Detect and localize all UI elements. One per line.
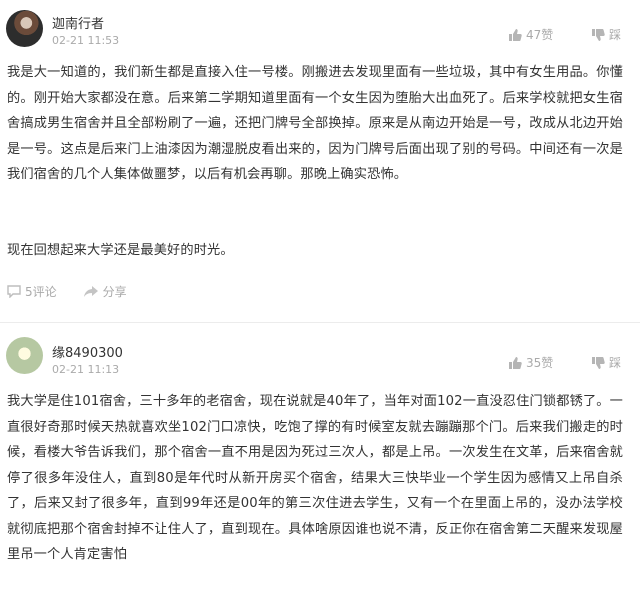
share-button[interactable]: 分享 <box>83 283 127 300</box>
thumbs-down-icon <box>591 356 605 370</box>
dislike-label: 踩 <box>609 356 622 370</box>
dislike-button[interactable]: 踩 <box>591 26 621 43</box>
dislike-label: 踩 <box>609 28 622 42</box>
like-button[interactable]: 47赞 <box>508 26 553 43</box>
share-label: 分享 <box>102 285 127 299</box>
timestamp: 02-21 11:13 <box>52 363 120 376</box>
username[interactable]: 迦南行者 <box>52 13 104 32</box>
comment-card: 缘8490300 02-21 11:13 35赞 踩 我大学是住101宿舍，三十… <box>0 323 640 592</box>
comment-icon <box>7 285 21 298</box>
reply-count: 5评论 <box>25 285 57 299</box>
like-button[interactable]: 35赞 <box>508 354 553 371</box>
comment-text: 我大学是住101宿舍，三十多年的老宿舍，现在说就是40年了，当年对面102一直没… <box>7 394 623 562</box>
reply-button[interactable]: 5评论 <box>7 283 57 300</box>
username[interactable]: 缘8490300 <box>52 342 123 361</box>
thumbs-down-icon <box>591 28 605 42</box>
comment-text: 现在回想起来大学还是最美好的时光。 <box>7 243 234 258</box>
like-count: 47赞 <box>526 28 554 42</box>
avatar[interactable] <box>6 337 43 374</box>
timestamp: 02-21 11:53 <box>52 34 120 47</box>
share-icon <box>83 285 99 298</box>
thumbs-up-icon <box>508 28 522 42</box>
avatar[interactable] <box>6 10 43 47</box>
like-count: 35赞 <box>526 356 554 370</box>
dislike-button[interactable]: 踩 <box>591 354 621 371</box>
comment-text: 我是大一知道的，我们新生都是直接入住一号楼。刚搬进去发现里面有一些垃圾，其中有女… <box>7 65 623 182</box>
comment-actions: 5评论 分享 <box>7 283 127 300</box>
comment-card: 迦南行者 02-21 11:53 47赞 踩 我是大一知道的，我们新生都是直接入… <box>0 0 640 322</box>
thumbs-up-icon <box>508 356 522 370</box>
